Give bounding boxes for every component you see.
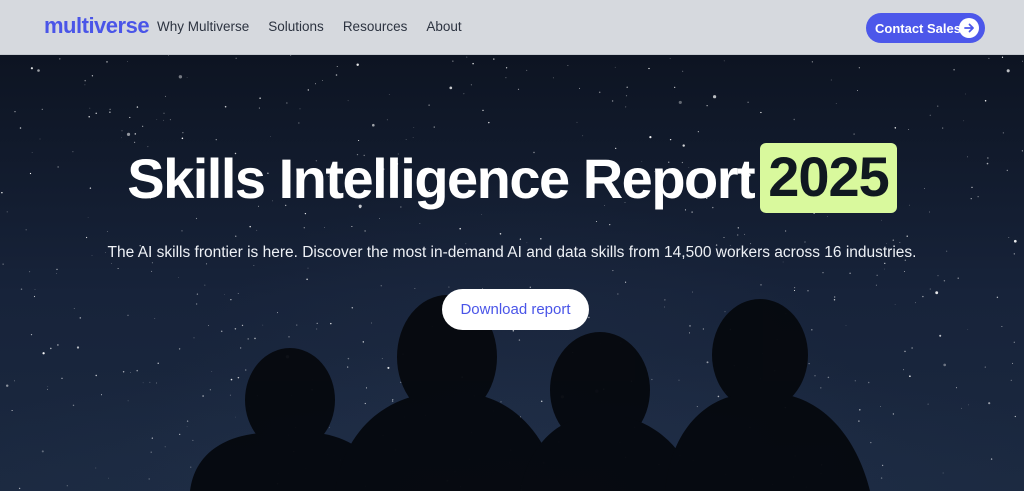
hero-subtitle: The AI skills frontier is here. Discover… xyxy=(107,244,917,261)
hero-title: Skills Intelligence Report 2025 xyxy=(0,143,1024,213)
people-silhouettes-image xyxy=(0,255,1024,491)
hero-title-year-badge: 2025 xyxy=(760,143,897,213)
nav-resources[interactable]: Resources xyxy=(343,19,408,34)
main-nav: Why Multiverse Solutions Resources About xyxy=(157,19,462,34)
site-header: multiverse Why Multiverse Solutions Reso… xyxy=(0,0,1024,55)
page: multiverse Why Multiverse Solutions Reso… xyxy=(0,0,1024,491)
contact-sales-button[interactable]: Contact Sales xyxy=(866,13,985,43)
multiverse-logo[interactable]: multiverse xyxy=(44,13,150,39)
download-report-button[interactable]: Download report xyxy=(442,289,589,330)
arrow-right-icon xyxy=(959,18,979,38)
nav-about[interactable]: About xyxy=(426,19,461,34)
nav-why-multiverse[interactable]: Why Multiverse xyxy=(157,19,249,34)
nav-solutions[interactable]: Solutions xyxy=(268,19,324,34)
hero-title-text: Skills Intelligence Report xyxy=(127,146,755,210)
contact-sales-label: Contact Sales xyxy=(875,20,961,36)
hero-section: Skills Intelligence Report 2025 The AI s… xyxy=(0,55,1024,491)
